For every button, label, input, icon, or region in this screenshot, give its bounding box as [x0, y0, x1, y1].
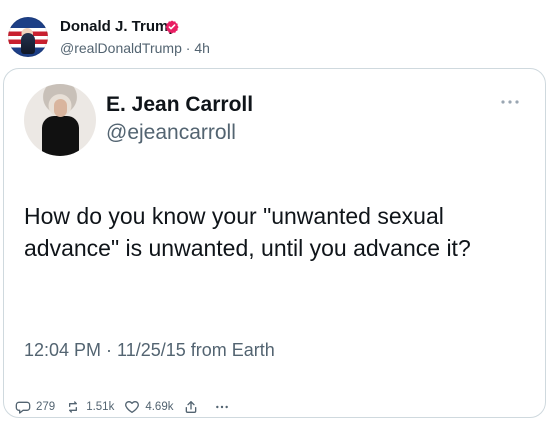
- author-name[interactable]: Donald J. Trump: [60, 18, 178, 35]
- reply-icon: [15, 401, 31, 414]
- heart-icon: [125, 401, 140, 413]
- post-age[interactable]: 4h: [194, 40, 210, 56]
- author-avatar[interactable]: [8, 17, 48, 57]
- author-handle-line: @realDonaldTrump · 4h: [60, 40, 210, 56]
- share-action[interactable]: [183, 399, 204, 415]
- more-icon: [216, 405, 229, 409]
- author-handle[interactable]: @realDonaldTrump: [60, 40, 182, 56]
- quoted-author-handle[interactable]: @ejeancarroll: [106, 121, 236, 145]
- share-icon: [186, 401, 197, 413]
- verified-badge-icon: [165, 20, 179, 34]
- more-actions[interactable]: [214, 399, 235, 415]
- repost-count: 1.51k: [86, 401, 115, 413]
- more-icon[interactable]: [500, 99, 520, 105]
- separator-dot: ·: [185, 40, 191, 56]
- reply-action[interactable]: 279: [15, 399, 55, 415]
- quoted-timestamp: 12:04 PM · 11/25/15 from Earth: [24, 340, 275, 360]
- like-action[interactable]: 4.69k: [124, 399, 173, 415]
- reply-count: 279: [36, 401, 56, 413]
- repost-icon: [69, 401, 78, 413]
- actions-bar: 279 1.51k 4.69k: [15, 395, 245, 419]
- quoted-author-avatar[interactable]: [24, 84, 96, 156]
- like-count: 4.69k: [145, 401, 174, 413]
- quoted-tweet-text: How do you know your "unwanted sexual ad…: [24, 203, 471, 261]
- repost-action[interactable]: 1.51k: [65, 399, 114, 415]
- quoted-author-name[interactable]: E. Jean Carroll: [106, 93, 253, 117]
